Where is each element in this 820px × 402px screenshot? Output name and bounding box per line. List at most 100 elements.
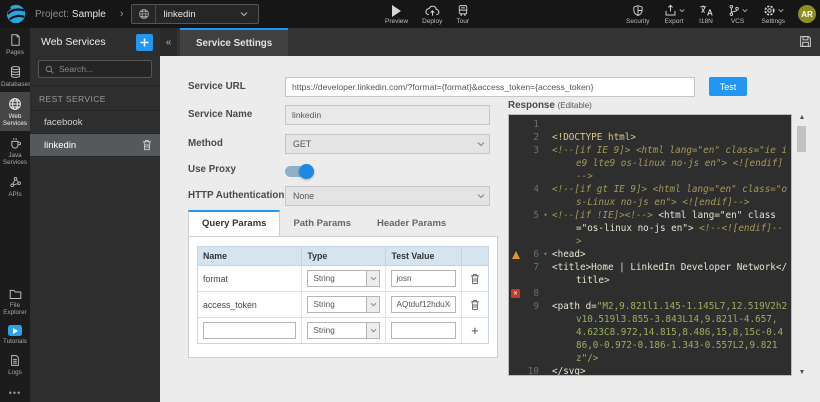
error-icon: ✕ xyxy=(511,289,520,298)
method-select[interactable]: GET xyxy=(285,134,490,154)
tour-button[interactable]: Tour xyxy=(449,0,476,28)
code-line: 2<!DOCTYPE html> xyxy=(509,131,791,144)
deploy-button[interactable]: Deploy xyxy=(415,0,449,28)
param-row-access-token: access_token String xyxy=(198,292,488,318)
code-line: 4<!--[if gt IE 9]> <html lang="en" class… xyxy=(509,183,791,209)
code-line: 6▾<head> xyxy=(509,248,791,261)
export-button[interactable]: Export xyxy=(657,4,692,25)
line-number: 4 xyxy=(522,183,541,196)
scroll-up-icon[interactable]: ▲ xyxy=(796,114,808,121)
export-icon xyxy=(664,4,677,17)
method-label: Method xyxy=(188,138,223,149)
i18n-button[interactable]: A I18N xyxy=(692,4,721,25)
user-avatar[interactable]: AR xyxy=(798,5,816,23)
search-icon xyxy=(45,65,54,74)
web-services-panel: Web Services REST SERVICE facebook linke… xyxy=(30,28,160,402)
topbar-actions: Preview Deploy Tour xyxy=(378,0,476,28)
test-button[interactable]: Test xyxy=(709,77,747,96)
service-item-linkedin[interactable]: linkedin xyxy=(30,134,160,157)
fold-marker-icon[interactable]: ▾ xyxy=(541,209,550,222)
sidebar-item-logs[interactable]: Logs xyxy=(0,349,30,380)
param-row-format: format String xyxy=(198,266,488,292)
delete-row-icon[interactable] xyxy=(470,299,480,311)
query-params-box: Name Type Test Value format String xyxy=(188,236,498,358)
param-type-select[interactable]: String xyxy=(307,296,380,313)
search-input[interactable] xyxy=(59,64,144,74)
save-icon[interactable] xyxy=(799,35,812,48)
collapse-panel-button[interactable]: « xyxy=(160,28,177,56)
editor-scrollbar[interactable]: ▲ ▼ xyxy=(796,114,808,376)
tab-header-params[interactable]: Header Params xyxy=(364,212,459,236)
settings-button[interactable]: Settings xyxy=(755,4,793,25)
search-row xyxy=(30,56,160,86)
sidebar-item-tutorials[interactable]: Tutorials xyxy=(0,320,30,349)
code-line: 1 xyxy=(509,118,791,131)
param-name: access_token xyxy=(198,292,302,317)
service-url-input[interactable] xyxy=(285,77,695,97)
chevron-down-icon xyxy=(240,11,258,17)
preview-button[interactable]: Preview xyxy=(378,0,415,28)
language-icon: A xyxy=(699,4,714,17)
param-test-value-input[interactable] xyxy=(391,270,455,287)
param-type-select[interactable]: String xyxy=(307,322,380,339)
param-name: format xyxy=(198,266,302,291)
scroll-down-icon[interactable]: ▼ xyxy=(796,369,808,376)
topbar-left: Project:Sample › linkedin xyxy=(0,0,259,28)
line-number: 1 xyxy=(522,118,541,131)
tab-path-params[interactable]: Path Params xyxy=(280,212,364,236)
http-auth-select[interactable]: None xyxy=(285,186,490,206)
service-url-label: Service URL xyxy=(188,81,246,92)
svg-text:A: A xyxy=(706,7,712,17)
tab-query-params[interactable]: Query Params xyxy=(188,210,280,236)
code-line: ✕8 xyxy=(509,287,791,300)
use-proxy-toggle[interactable] xyxy=(285,166,312,177)
fold-marker-icon[interactable]: ▾ xyxy=(541,248,550,261)
breadcrumb-chevron-icon: › xyxy=(120,8,124,20)
params-table: Name Type Test Value format String xyxy=(197,246,489,344)
add-row-icon[interactable]: + xyxy=(471,326,479,336)
play-icon xyxy=(391,4,402,17)
bus-icon xyxy=(457,4,469,17)
line-number: 9 xyxy=(522,300,541,313)
sidebar-item-apis[interactable]: APIs xyxy=(0,170,30,202)
add-service-button[interactable] xyxy=(136,34,153,51)
page-icon xyxy=(1,33,29,47)
tab-bar: « Service Settings xyxy=(160,28,820,56)
param-type-select[interactable]: String xyxy=(307,270,380,287)
scroll-thumb[interactable] xyxy=(797,126,806,152)
warning-icon xyxy=(512,251,520,259)
chevron-down-icon xyxy=(366,271,379,286)
code-line: 10</svg> xyxy=(509,365,791,376)
sidebar-item-web-services[interactable]: Web Services xyxy=(0,92,30,131)
line-number: 10 xyxy=(522,365,541,376)
delete-service-icon[interactable] xyxy=(142,139,152,151)
service-item-facebook[interactable]: facebook xyxy=(30,111,160,134)
response-editor[interactable]: 12<!DOCTYPE html>3<!--[if IE 9]> <html l… xyxy=(508,114,792,376)
more-options-icon[interactable]: ••• xyxy=(0,388,30,398)
nodes-icon xyxy=(1,175,29,189)
service-selector-dropdown[interactable]: linkedin xyxy=(131,4,259,24)
gear-icon xyxy=(763,4,776,17)
delete-row-icon[interactable] xyxy=(470,273,480,285)
sidebar-item-java-services[interactable]: Java Services xyxy=(0,131,30,170)
security-button[interactable]: Security xyxy=(619,4,656,25)
globe-icon xyxy=(132,5,156,23)
param-test-value-input[interactable] xyxy=(391,296,455,313)
chevron-down-icon xyxy=(778,8,784,13)
vcs-button[interactable]: VCS xyxy=(721,4,755,25)
service-selector-value: linkedin xyxy=(156,9,240,20)
sidebar-item-databases[interactable]: Databases xyxy=(0,60,30,92)
rest-service-section-label: REST SERVICE xyxy=(30,86,160,111)
line-number: 3 xyxy=(522,144,541,157)
chevron-down-icon xyxy=(366,297,379,312)
new-param-name-input[interactable] xyxy=(203,322,296,339)
tab-service-settings[interactable]: Service Settings xyxy=(180,28,288,56)
sidebar-item-pages[interactable]: Pages xyxy=(0,28,30,60)
code-line: 9<path d="M2,9.821l1.145-1.145L7,12.519V… xyxy=(509,300,791,365)
sidebar-item-file-explorer[interactable]: File Explorer xyxy=(0,283,30,320)
param-row-new: String + xyxy=(198,318,488,343)
service-name-input[interactable] xyxy=(285,105,490,125)
wavemaker-logo-icon[interactable] xyxy=(5,3,27,25)
panel-header: Web Services xyxy=(30,28,160,56)
new-param-test-value-input[interactable] xyxy=(391,322,455,339)
